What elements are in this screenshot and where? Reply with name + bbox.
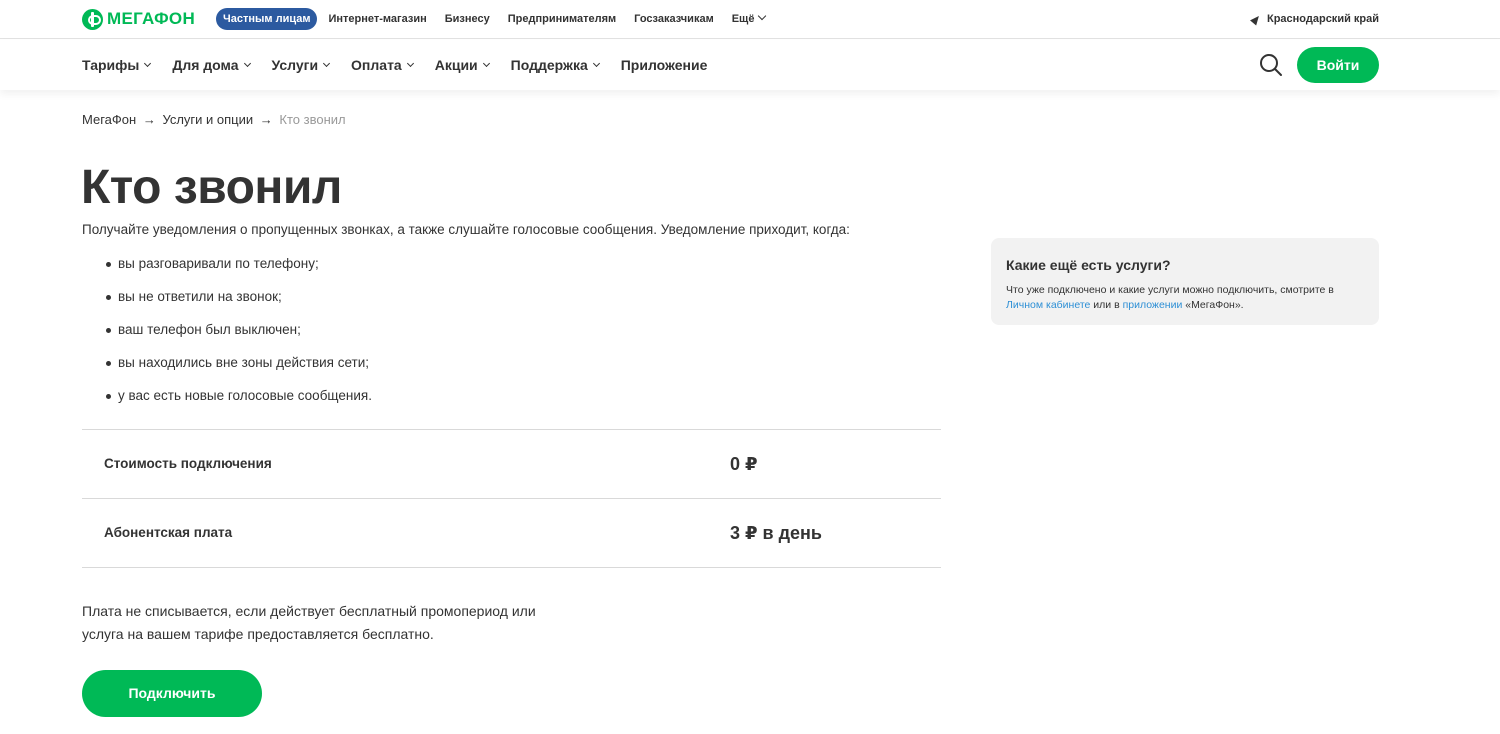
- nav-item-tariffs[interactable]: Тарифы: [82, 57, 152, 73]
- breadcrumb-separator: →: [259, 112, 273, 127]
- nav-item-support[interactable]: Поддержка: [510, 57, 600, 73]
- chevron-down-icon: [758, 11, 767, 21]
- nav-item-label: Для дома: [172, 57, 239, 73]
- megafon-logo[interactable]: МЕГАФОН: [82, 8, 195, 30]
- price-value-connection: 0 ₽: [730, 454, 758, 474]
- nav-item-label: Акции: [434, 57, 478, 73]
- other-services-card: Какие ещё есть услуги? Что уже подключен…: [991, 238, 1379, 325]
- chevron-down-icon: [144, 59, 152, 67]
- card-text-part: или в: [1090, 299, 1123, 311]
- nav-item-label: Услуги: [271, 57, 319, 73]
- search-icon[interactable]: [1259, 53, 1283, 77]
- top-bar: МЕГАФОН Частным лицам Интернет-магазин Б…: [0, 0, 1500, 39]
- conditions-list: вы разговаривали по телефону; вы не отве…: [106, 256, 372, 421]
- nav-item-label: Поддержка: [510, 57, 588, 73]
- page-title: Кто звонил: [81, 161, 342, 214]
- intro-text: Получайте уведомления о пропущенных звон…: [82, 222, 850, 237]
- connect-button[interactable]: Подключить: [82, 670, 262, 717]
- segment-entrepreneurs[interactable]: Предпринимателям: [508, 8, 616, 30]
- list-item: ваш телефон был выключен;: [106, 322, 372, 355]
- breadcrumb: МегаФон → Услуги и опции → Кто звонил: [82, 112, 346, 127]
- segment-business[interactable]: Бизнесу: [445, 8, 490, 30]
- main-nav: Тарифы Для дома Услуги Оплата Акции Подд…: [0, 40, 1500, 90]
- price-value-subscription: 3 ₽ в день: [730, 523, 822, 543]
- price-label-connection: Стоимость подключения: [104, 456, 272, 471]
- login-button[interactable]: Войти: [1297, 47, 1379, 83]
- pricing-note: Плата не списывается, если действует бес…: [82, 603, 536, 642]
- list-item: вы находились вне зоны действия сети;: [106, 355, 372, 388]
- segment-more[interactable]: Ещё: [731, 8, 767, 30]
- chevron-down-icon: [323, 59, 331, 67]
- location-arrow-icon: [1250, 12, 1262, 26]
- nav-item-services[interactable]: Услуги: [271, 57, 331, 73]
- segment-government[interactable]: Госзаказчикам: [634, 8, 714, 30]
- list-item: у вас есть новые голосовые сообщения.: [106, 388, 372, 421]
- breadcrumb-current: Кто звонил: [279, 112, 346, 127]
- breadcrumb-link-services[interactable]: Услуги и опции: [162, 112, 253, 127]
- card-text: Что уже подключено и какие услуги можно …: [1006, 283, 1364, 313]
- breadcrumb-link-home[interactable]: МегаФон: [82, 112, 136, 127]
- logo-text: МЕГАФОН: [107, 9, 196, 28]
- nav-item-home[interactable]: Для дома: [172, 57, 251, 73]
- region-selector[interactable]: Краснодарский край: [1250, 8, 1379, 30]
- segment-nav: Частным лицам Интернет-магазин Бизнесу П…: [216, 8, 783, 30]
- segment-internet-shop[interactable]: Интернет-магазин: [328, 8, 426, 30]
- chevron-down-icon: [243, 59, 251, 67]
- nav-item-label: Приложение: [620, 57, 708, 73]
- list-item: вы не ответили на звонок;: [106, 289, 372, 322]
- table-row: Абонентская плата 3 ₽ в день: [82, 499, 941, 568]
- segment-more-label: Ещё: [731, 13, 755, 25]
- breadcrumb-separator: →: [142, 112, 156, 127]
- price-label-subscription: Абонентская плата: [104, 525, 233, 540]
- nav-item-label: Тарифы: [82, 57, 140, 73]
- card-title: Какие ещё есть услуги?: [1006, 257, 1171, 273]
- nav-item-promotions[interactable]: Акции: [434, 57, 490, 73]
- price-table: Стоимость подключения 0 ₽ Абонентская пл…: [82, 429, 941, 568]
- app-link[interactable]: приложении: [1123, 299, 1183, 311]
- list-item: вы разговаривали по телефону;: [106, 256, 372, 289]
- region-label: Краснодарский край: [1266, 13, 1379, 25]
- card-text-part: Что уже подключено и какие услуги можно …: [1006, 284, 1334, 296]
- chevron-down-icon: [406, 59, 414, 67]
- chevron-down-icon: [592, 59, 600, 67]
- nav-item-app[interactable]: Приложение: [621, 57, 708, 73]
- card-text-part: «МегаФон».: [1182, 299, 1244, 311]
- personal-account-link[interactable]: Личном кабинете: [1006, 299, 1090, 311]
- segment-private[interactable]: Частным лицам: [216, 8, 318, 30]
- nav-item-payment[interactable]: Оплата: [351, 57, 414, 73]
- nav-item-label: Оплата: [351, 57, 402, 73]
- megafon-logo-icon: [82, 8, 103, 30]
- chevron-down-icon: [482, 59, 490, 67]
- table-row: Стоимость подключения 0 ₽: [82, 430, 941, 499]
- main-nav-items: Тарифы Для дома Услуги Оплата Акции Подд…: [82, 40, 729, 90]
